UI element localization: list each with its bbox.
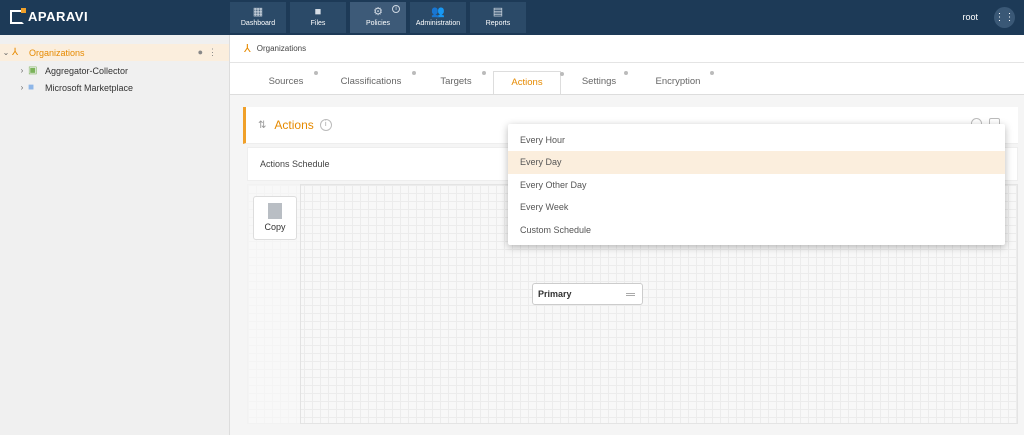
schedule-option-every-day[interactable]: Every Day: [508, 151, 1005, 174]
copy-label: Copy: [264, 222, 286, 232]
report-icon: ▤: [492, 6, 504, 18]
sidebar: ⌄ ⅄ Organizations ● ⋮ › ▣ Aggregator-Col…: [0, 35, 230, 435]
tab-label: Settings: [581, 76, 617, 87]
tree-item-label: Aggregator-Collector: [45, 65, 129, 76]
tree-item-organizations[interactable]: ⌄ ⅄ Organizations ● ⋮: [0, 44, 229, 61]
tab-sources[interactable]: Sources: [258, 71, 318, 95]
schedule-dropdown-menu: Every Hour Every Day Every Other Day Eve…: [508, 124, 1005, 245]
tab-encryption[interactable]: Encryption: [646, 71, 714, 95]
tree-item-aggregator-collector[interactable]: › ▣ Aggregator-Collector: [0, 62, 229, 79]
organization-icon: ⅄: [244, 43, 251, 55]
top-navigation-bar: APARAVI ▦ Dashboard ■ Files ⚙ Policies i…: [0, 0, 1024, 35]
status-dot-icon: [412, 71, 416, 75]
info-icon[interactable]: i: [319, 119, 332, 131]
user-name[interactable]: root: [962, 12, 978, 22]
chevron-down-icon[interactable]: ⌄: [0, 48, 12, 57]
info-icon[interactable]: i: [392, 5, 400, 13]
status-dot-icon: [624, 71, 628, 75]
nav-reports-button[interactable]: ▤ Reports: [470, 2, 526, 33]
tab-label: Sources: [268, 76, 304, 87]
schedule-option-every-other-day[interactable]: Every Other Day: [508, 174, 1005, 196]
tab-actions[interactable]: Actions: [493, 71, 564, 95]
tab-label: Targets: [440, 76, 472, 87]
chevron-right-icon[interactable]: ›: [16, 66, 28, 75]
tree-item-label: Organizations: [29, 47, 85, 58]
status-dot-icon: [314, 71, 318, 75]
nav-files-button[interactable]: ■ Files: [290, 2, 346, 33]
schedule-option-custom-schedule[interactable]: Custom Schedule: [508, 219, 1005, 241]
brand-name: APARAVI: [28, 9, 89, 24]
nav-files-label: Files: [310, 20, 326, 27]
nav-policies-button[interactable]: ⚙ Policies i: [350, 2, 406, 33]
folder-icon: ■: [314, 6, 322, 18]
nav-reports-label: Reports: [485, 20, 511, 27]
aparavi-logo[interactable]: APARAVI: [10, 7, 89, 24]
organization-icon: ⅄: [12, 47, 19, 58]
panel-title: Actions: [274, 118, 314, 132]
breadcrumb: ⅄ Organizations: [230, 35, 1024, 63]
users-icon: 👥: [431, 6, 445, 18]
nav-administration-button[interactable]: 👥 Administration: [410, 2, 466, 33]
drag-handle-icon[interactable]: [626, 293, 635, 296]
breadcrumb-label[interactable]: Organizations: [257, 44, 306, 53]
copy-icon: [265, 200, 282, 219]
folder-icon: ■: [28, 82, 35, 93]
logo-mark-icon: [10, 7, 26, 24]
copy-tool-button[interactable]: Copy: [253, 196, 297, 240]
actions-icon: ⇅: [258, 119, 267, 131]
nav-dashboard-button[interactable]: ▦ Dashboard: [230, 2, 286, 33]
chevron-right-icon[interactable]: ›: [16, 83, 28, 92]
tree-item-microsoft-marketplace[interactable]: › ■ Microsoft Marketplace: [0, 79, 229, 96]
status-dot-icon: [560, 72, 564, 76]
schedule-option-every-hour[interactable]: Every Hour: [508, 129, 1005, 151]
more-options-icon[interactable]: ● ⋮: [198, 47, 217, 58]
tab-settings[interactable]: Settings: [574, 71, 628, 95]
server-icon: ▣: [28, 65, 38, 76]
status-dot-icon: [710, 71, 714, 75]
tab-label: Encryption: [655, 76, 701, 87]
schedule-label: Actions Schedule: [260, 159, 330, 169]
tree-item-label: Microsoft Marketplace: [45, 82, 134, 93]
node-label: Primary: [538, 289, 572, 299]
schedule-option-every-week[interactable]: Every Week: [508, 196, 1005, 218]
dashboard-icon: ▦: [252, 6, 264, 18]
primary-node[interactable]: Primary: [532, 283, 643, 305]
nav-administration-label: Administration: [415, 20, 461, 27]
nav-dashboard-label: Dashboard: [240, 20, 276, 27]
tab-label: Actions: [511, 77, 543, 88]
status-dot-icon: [482, 71, 486, 75]
nav-policies-label: Policies: [365, 20, 391, 27]
tab-label: Classifications: [340, 76, 402, 87]
apps-grid-icon[interactable]: ⋮⋮: [994, 7, 1015, 28]
tab-targets[interactable]: Targets: [430, 71, 486, 95]
tab-classifications[interactable]: Classifications: [330, 71, 416, 95]
